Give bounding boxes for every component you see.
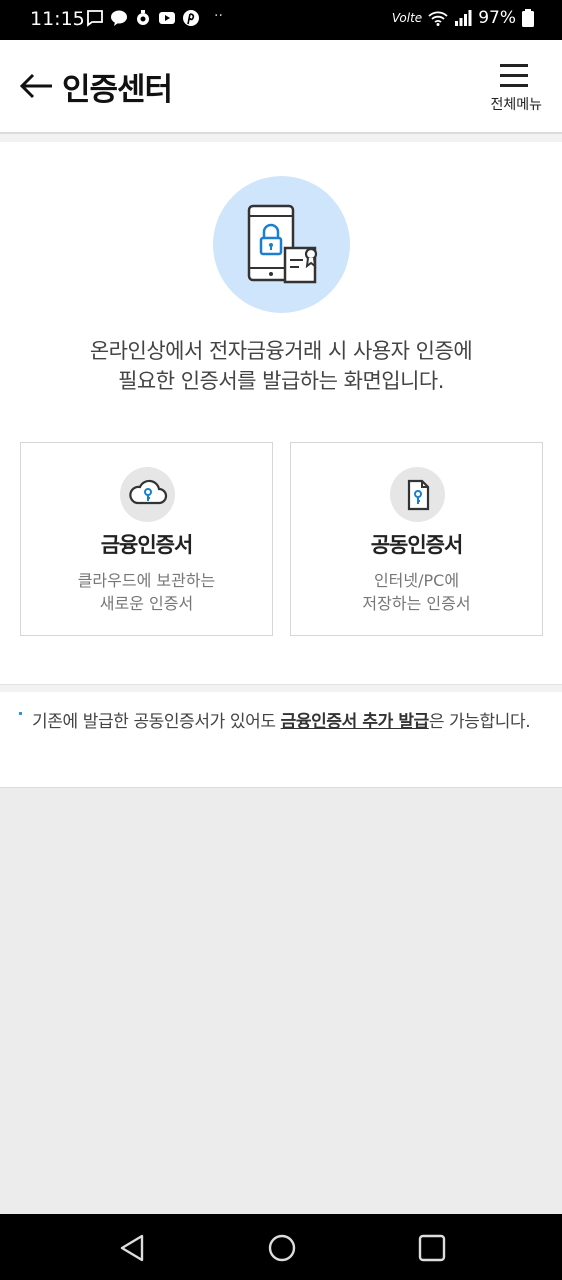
card-desc-line-1: 인터넷/PC에	[373, 571, 460, 590]
battery-icon	[522, 9, 534, 27]
intro-line-2: 필요한 인증서를 발급하는 화면입니다.	[118, 369, 444, 393]
youtube-icon	[159, 12, 175, 24]
hamburger-menu-icon	[500, 64, 528, 94]
pinterest-icon	[183, 10, 199, 26]
app-header: 인증센터 전체메뉴	[0, 40, 562, 134]
card-description: 클라우드에 보관하는 새로운 인증서	[21, 569, 272, 615]
notice-text: 기존에 발급한 공동인증서가 있어도 금융인증서 추가 발급은 가능합니다.	[32, 708, 538, 737]
card-desc-line-2: 새로운 인증서	[99, 594, 194, 613]
full-menu-label: 전체메뉴	[490, 97, 542, 113]
kakaotalk-icon	[111, 10, 127, 26]
joint-certificate-card[interactable]: 공동인증서 인터넷/PC에 저장하는 인증서	[290, 442, 543, 636]
divider	[0, 134, 562, 142]
status-bar: 11:15 ·· Volte 97%	[0, 0, 562, 40]
nav-home-icon[interactable]	[262, 1228, 302, 1268]
status-more-dots: ··	[214, 8, 223, 24]
message-icon	[87, 10, 103, 27]
location-icon	[137, 10, 149, 25]
document-key-icon	[390, 467, 445, 522]
notice-section: 기존에 발급한 공동인증서가 있어도 금융인증서 추가 발급은 가능합니다.	[0, 692, 562, 788]
bullet-dot	[19, 712, 22, 715]
hero-illustration	[213, 176, 350, 313]
cloud-key-icon	[120, 467, 175, 522]
financial-certificate-card[interactable]: 금융인증서 클라우드에 보관하는 새로운 인증서	[20, 442, 273, 636]
signal-icon	[455, 10, 472, 26]
card-desc-line-2: 저장하는 인증서	[362, 594, 471, 613]
main-content: 온라인상에서 전자금융거래 시 사용자 인증에 필요한 인증서를 발급하는 화면…	[0, 142, 562, 684]
system-nav-bar	[0, 1214, 562, 1280]
card-title: 금융인증서	[100, 533, 194, 557]
nav-recents-icon[interactable]	[412, 1228, 452, 1268]
status-time: 11:15	[30, 8, 85, 30]
intro-line-1: 온라인상에서 전자금융거래 시 사용자 인증에	[89, 339, 473, 363]
battery-percent: 97%	[478, 8, 516, 28]
back-arrow-icon[interactable]	[18, 68, 54, 104]
notice-text-after: 은 가능합니다.	[428, 712, 531, 732]
card-description: 인터넷/PC에 저장하는 인증서	[291, 569, 542, 615]
notification-icons	[86, 9, 200, 27]
card-title: 공동인증서	[370, 533, 464, 557]
volte-label: Volte	[391, 11, 423, 25]
page-title: 인증센터	[62, 72, 173, 108]
intro-text: 온라인상에서 전자금융거래 시 사용자 인증에 필요한 인증서를 발급하는 화면…	[20, 336, 542, 396]
nav-back-icon[interactable]	[112, 1228, 152, 1268]
notice-text-before: 기존에 발급한 공동인증서가 있어도	[32, 712, 281, 732]
divider	[0, 684, 562, 692]
additional-issue-link[interactable]: 금융인증서 추가 발급	[281, 712, 430, 732]
status-right: Volte 97%	[392, 8, 534, 28]
phone-lock-certificate-icon	[247, 204, 318, 284]
wifi-icon	[428, 11, 448, 26]
full-menu-button[interactable]: 전체메뉴	[480, 62, 542, 118]
card-desc-line-1: 클라우드에 보관하는	[77, 571, 216, 590]
